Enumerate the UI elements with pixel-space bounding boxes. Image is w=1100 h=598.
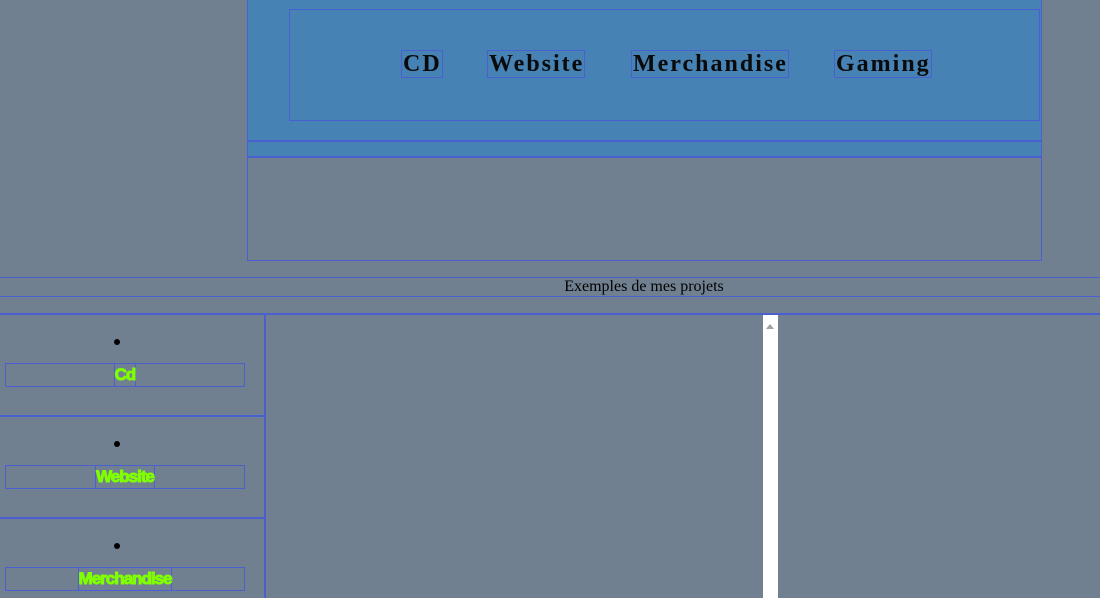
nav-link-merchandise[interactable]: Merchandise [631,50,789,78]
project-link-merchandise[interactable]: Merchandise [77,568,173,590]
section-title-bar: Exemples de mes projets [0,277,1100,297]
project-link-box: Cd [5,363,245,387]
project-list: Cd Website Merchandise [0,315,266,598]
banner: CD Website Merchandise Gaming [248,0,1041,142]
main-nav: CD Website Merchandise Gaming [289,9,1040,121]
banner-strip [248,142,1041,158]
list-item: Website [0,417,264,519]
bullet-icon [114,543,120,549]
bullet-icon [114,441,120,447]
project-link-cd[interactable]: Cd [113,364,137,386]
project-link-box: Merchandise [5,567,245,591]
section-title: Exemples de mes projets [564,278,724,295]
list-item: Cd [0,315,264,417]
project-link-website[interactable]: Website [95,466,155,488]
page: CD Website Merchandise Gaming Exemples d… [0,0,1100,598]
nav-link-website[interactable]: Website [487,50,586,78]
nav-link-gaming[interactable]: Gaming [834,50,932,78]
chevron-up-icon[interactable] [766,324,774,329]
bullet-icon [114,339,120,345]
header: CD Website Merchandise Gaming [247,0,1042,261]
nav-link-cd[interactable]: CD [401,50,443,78]
scrollbar[interactable] [763,315,778,598]
project-link-box: Website [5,465,245,489]
list-item: Merchandise [0,519,264,598]
